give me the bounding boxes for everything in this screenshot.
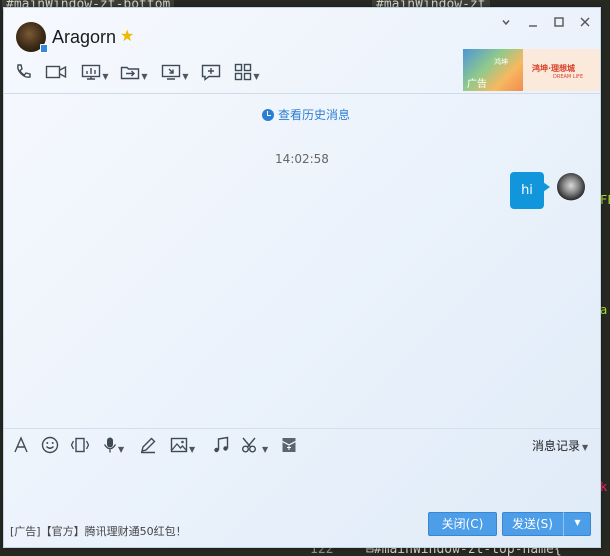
ad-brand-en: DREAM LIFE [553, 74, 584, 80]
send-options-button[interactable]: ▼ [563, 512, 591, 536]
shake-icon[interactable] [70, 436, 90, 456]
editor-fragment-3: k [600, 480, 608, 494]
chat-window: Aragorn ★ ▼ ▼ ▼ ▼ 鸿坤 广告 鸿坤·理想城 DREAM LIF… [3, 7, 601, 548]
editor-fragment-2: a [600, 303, 608, 317]
message-timestamp: 14:02:58 [275, 152, 329, 166]
apps-icon[interactable]: ▼ [232, 63, 262, 83]
close-button[interactable]: 关闭(C) [428, 512, 497, 536]
online-status-icon [40, 44, 48, 53]
editor-fragment-1: FF [600, 193, 610, 207]
message-history-button[interactable]: 消息记录 ▼ [532, 438, 588, 456]
message-history-label: 消息记录 [532, 439, 581, 453]
music-icon[interactable] [212, 436, 230, 456]
ad-banner[interactable]: 鸿坤 广告 鸿坤·理想城 DREAM LIFE [463, 49, 600, 91]
ad-brand-name: 鸿坤·理想城 [532, 64, 576, 73]
ad-tag: 广告 [467, 79, 487, 90]
my-avatar[interactable] [557, 173, 585, 201]
close-icon[interactable] [578, 16, 592, 30]
contact-name[interactable]: Aragorn [52, 27, 116, 48]
doodle-icon[interactable] [139, 436, 157, 456]
clock-icon [262, 109, 274, 121]
vip-star-icon[interactable]: ★ [120, 27, 134, 45]
history-messages-link[interactable]: 查看历史消息 [262, 107, 350, 123]
new-group-icon[interactable] [201, 63, 221, 83]
history-messages-label: 查看历史消息 [278, 108, 351, 122]
maximize-icon[interactable] [552, 16, 566, 30]
voice-icon[interactable]: ▼ [103, 436, 124, 456]
chevron-down-icon[interactable] [499, 16, 513, 30]
ad-brand-small: 鸿坤 [494, 58, 508, 66]
remote-desktop-icon[interactable]: ▼ [159, 63, 191, 83]
message-input[interactable] [10, 460, 595, 510]
phone-icon[interactable] [14, 63, 32, 83]
screen-share-icon[interactable]: ▼ [79, 63, 111, 83]
video-icon[interactable] [44, 63, 68, 83]
font-icon[interactable] [13, 436, 29, 456]
message-bubble[interactable]: hi [510, 172, 550, 209]
input-divider [4, 428, 600, 429]
contact-avatar[interactable] [16, 22, 48, 53]
screenshot-icon[interactable]: ▼ [241, 436, 268, 456]
footer-ad-text[interactable]: [广告]【官方】腾讯理财通50红包！ [10, 525, 187, 539]
file-transfer-icon[interactable]: ▼ [118, 63, 150, 83]
header-divider [4, 93, 600, 94]
minimize-icon[interactable] [526, 16, 540, 30]
emoji-icon[interactable] [41, 436, 59, 456]
chevron-down-icon: ▼ [582, 443, 589, 452]
red-packet-icon[interactable] [281, 436, 297, 456]
image-icon[interactable]: ▼ [170, 436, 195, 456]
